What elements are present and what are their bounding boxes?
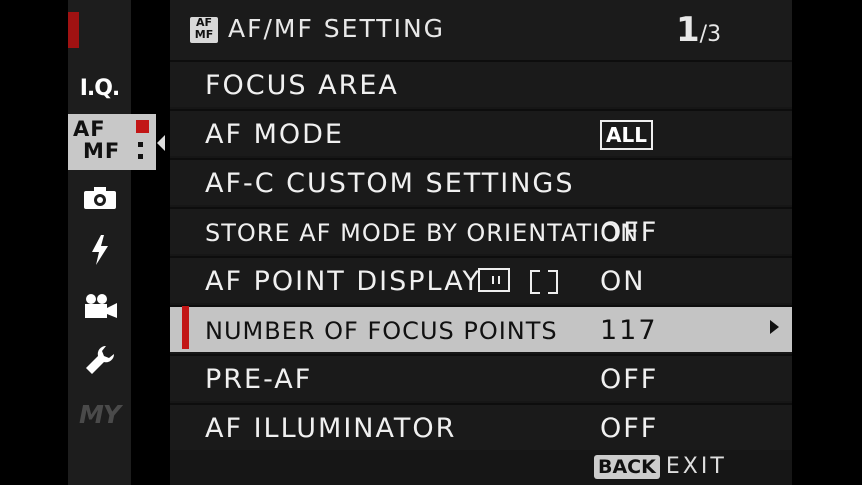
afmf-label: AF MF	[73, 118, 120, 162]
afmf-label-top: AF	[73, 117, 106, 141]
menu-item-store-af-mode[interactable]: STORE AF MODE BY ORIENTATION OFF	[170, 207, 792, 254]
sidebar-item-iq-label: I.Q.	[79, 75, 121, 101]
menu-item-value: OFF	[600, 413, 659, 444]
menu-item-value: OFF	[600, 217, 659, 248]
flash-icon	[91, 235, 108, 265]
single-point-frame-icon	[478, 268, 510, 292]
menu-item-label: AF POINT DISPLAY	[205, 266, 482, 297]
sidebar-item-my-label: MY	[79, 399, 121, 429]
afmf-header-icon: AF MF	[190, 17, 218, 43]
movie-icon	[84, 294, 117, 318]
menu-item-af-mode[interactable]: AF MODE ALL	[170, 109, 792, 156]
menu-item-value: ON	[600, 266, 646, 297]
exit-label: EXIT	[665, 454, 727, 479]
menu-item-afc-custom[interactable]: AF-C CUSTOM SETTINGS	[170, 158, 792, 205]
menu-item-focus-area[interactable]: FOCUS AREA	[170, 60, 792, 107]
sidebar-item-my-menu[interactable]: MY	[68, 396, 131, 432]
menu-item-label: AF-C CUSTOM SETTINGS	[205, 168, 575, 199]
page-dot	[138, 154, 143, 159]
zone-frame-icon	[528, 268, 560, 294]
chevron-right-icon	[770, 320, 779, 334]
menu-item-af-illuminator[interactable]: AF ILLUMINATOR OFF	[170, 403, 792, 450]
menu-item-label: NUMBER OF FOCUS POINTS	[205, 317, 558, 345]
page-indicator-dots	[136, 120, 150, 164]
sidebar-item-afmf[interactable]: AF MF	[68, 114, 156, 170]
page-dot	[138, 142, 143, 147]
menu-item-label: FOCUS AREA	[205, 70, 399, 101]
back-button[interactable]: BACK	[594, 454, 660, 479]
wrench-icon	[85, 345, 114, 374]
sidebar-item-movie[interactable]	[68, 288, 131, 324]
page-total: /3	[699, 22, 722, 47]
sidebar-item-setup[interactable]	[68, 342, 131, 378]
footer-hint: BACK EXIT	[594, 454, 727, 479]
page-number: 1/3	[676, 10, 721, 50]
page-current: 1	[676, 10, 700, 50]
menu-item-value-badge: ALL	[600, 120, 653, 150]
menu-item-pre-af[interactable]: PRE-AF OFF	[170, 354, 792, 401]
menu-item-label: PRE-AF	[205, 364, 313, 395]
afmf-label-bottom: MF	[83, 139, 121, 163]
menu-item-value: 117	[600, 315, 658, 346]
menu-item-label: STORE AF MODE BY ORIENTATION	[205, 219, 640, 247]
page-dot-active	[136, 120, 149, 133]
page-title: AF/MF SETTING	[228, 14, 446, 43]
header-icon-bottom: MF	[194, 28, 214, 41]
menu-item-value: OFF	[600, 364, 659, 395]
sidebar-item-flash[interactable]	[68, 232, 131, 268]
left-gutter	[0, 0, 68, 485]
camera-icon	[83, 187, 116, 209]
menu-item-label: AF MODE	[205, 119, 344, 150]
sidebar-item-camera[interactable]	[68, 180, 131, 216]
menu-item-label: AF ILLUMINATOR	[205, 413, 457, 444]
selection-marker	[182, 306, 189, 349]
sidebar-top-indicator	[68, 12, 79, 48]
sidebar-caret-icon	[157, 135, 165, 151]
sidebar-item-iq[interactable]: I.Q.	[68, 70, 131, 106]
menu-item-af-point-display[interactable]: AF POINT DISPLAY ON	[170, 256, 792, 303]
menu-item-number-of-focus-points[interactable]: NUMBER OF FOCUS POINTS 117	[170, 305, 792, 352]
